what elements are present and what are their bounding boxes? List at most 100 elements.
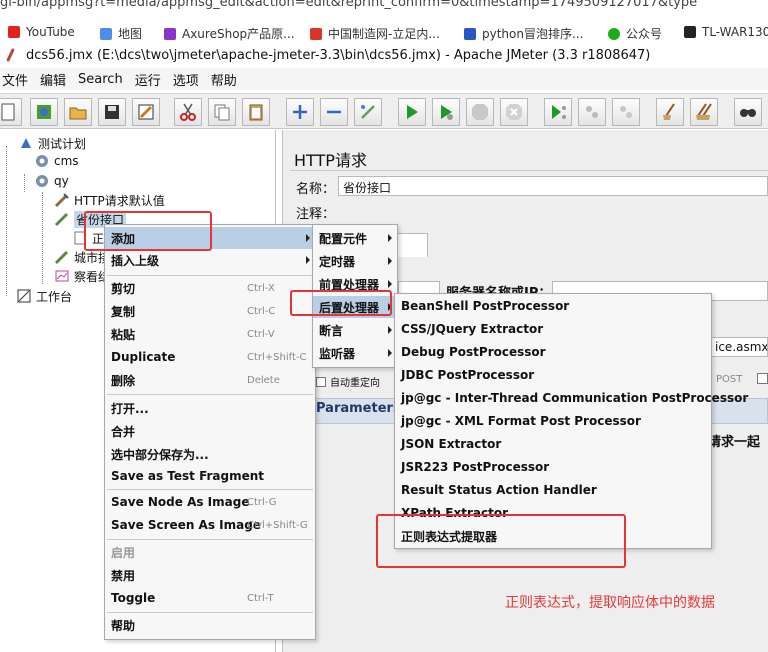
sampler-pen-icon bbox=[54, 211, 70, 227]
menu-item-open[interactable]: 打开... bbox=[105, 397, 315, 419]
save-edit-button[interactable] bbox=[132, 98, 160, 126]
bookmark-made-in-china[interactable]: 中国制造网-立足内... bbox=[310, 25, 440, 42]
expand-button[interactable] bbox=[286, 98, 314, 126]
menu-item-save-selection-as[interactable]: 选中部分保存为... bbox=[105, 443, 315, 465]
cut-button[interactable] bbox=[174, 98, 202, 126]
bookmark-axureshop[interactable]: AxureShop产品原... bbox=[164, 25, 295, 42]
menu-run[interactable]: 运行 bbox=[135, 70, 161, 89]
menu-item-save-screen-image[interactable]: Save Screen As Image Ctrl+Shift-G bbox=[105, 514, 315, 536]
star-icon bbox=[164, 27, 176, 40]
tree-node-qy[interactable]: qy bbox=[34, 172, 69, 190]
shutdown-button[interactable] bbox=[500, 98, 528, 126]
menu-file[interactable]: 文件 bbox=[2, 70, 28, 89]
menu-item-paste[interactable]: 粘贴 Ctrl-V bbox=[105, 323, 315, 345]
search-button[interactable] bbox=[734, 98, 762, 126]
tree-node-workbench[interactable]: 工作台 bbox=[16, 287, 72, 305]
start-no-pause-button[interactable] bbox=[432, 98, 460, 126]
save-edit-icon bbox=[138, 104, 154, 120]
name-label: 名称： bbox=[296, 182, 336, 197]
remote-stop-button[interactable] bbox=[578, 98, 606, 126]
menu-item-copy[interactable]: 复制 Ctrl-C bbox=[105, 300, 315, 322]
menu-item-help[interactable]: 帮助 bbox=[105, 614, 315, 636]
bookmark-tplink[interactable]: TL-WAR1300 bbox=[684, 25, 768, 39]
paw-icon bbox=[464, 27, 476, 40]
menu-help[interactable]: 帮助 bbox=[211, 70, 237, 89]
cut-icon bbox=[180, 103, 196, 121]
tab-parameters[interactable]: Parameters bbox=[316, 401, 401, 416]
menu-item-duplicate[interactable]: Duplicate Ctrl+Shift-C bbox=[105, 346, 315, 368]
copy-button[interactable] bbox=[208, 98, 236, 126]
remote-start-button[interactable] bbox=[544, 98, 572, 126]
path-field[interactable]: ice.asmx/g bbox=[710, 337, 768, 357]
menu-item-debug-postprocessor[interactable]: Debug PostProcessor bbox=[395, 341, 711, 363]
remote-stop-icon bbox=[586, 106, 598, 118]
bookmark-youtube[interactable]: YouTube bbox=[8, 25, 75, 39]
tree-node-view-results[interactable]: 察看结 bbox=[54, 267, 110, 285]
menu-item-delete[interactable]: 删除 Delete bbox=[105, 369, 315, 391]
toggle-button[interactable] bbox=[354, 98, 382, 126]
menu-item-result-status-handler[interactable]: Result Status Action Handler bbox=[395, 479, 711, 501]
start-button[interactable] bbox=[398, 98, 426, 126]
bookmark-maps[interactable]: 地图 bbox=[100, 25, 142, 42]
new-button[interactable] bbox=[0, 98, 22, 126]
menu-item-merge[interactable]: 合并 bbox=[105, 420, 315, 442]
comment-label: 注释： bbox=[296, 207, 336, 222]
menu-item-cut[interactable]: 剪切 Ctrl-X bbox=[105, 277, 315, 299]
tree-node-cms[interactable]: cms bbox=[34, 152, 79, 170]
menu-options[interactable]: 选项 bbox=[173, 70, 199, 89]
open-icon bbox=[69, 107, 87, 120]
open-button[interactable] bbox=[64, 98, 92, 126]
menu-edit[interactable]: 编辑 bbox=[40, 70, 66, 89]
menu-item-jdbc-postprocessor[interactable]: JDBC PostProcessor bbox=[395, 364, 711, 386]
submenu-arrow-icon bbox=[306, 234, 310, 242]
menu-item-disable[interactable]: 禁用 bbox=[105, 564, 315, 586]
post-checkbox[interactable] bbox=[757, 373, 768, 384]
tree-node-test-plan[interactable]: 测试计划 bbox=[18, 134, 86, 152]
name-field[interactable]: 省份接口 bbox=[338, 176, 768, 196]
browser-url-bar[interactable]: gi-bin/appmsg?t=media/appmsg_edit&action… bbox=[0, 0, 768, 14]
menu-item-assertion[interactable]: 断言 bbox=[313, 319, 397, 341]
new-icon bbox=[1, 103, 15, 121]
panel-divider bbox=[290, 170, 768, 171]
stop-icon bbox=[472, 104, 488, 120]
expand-icon bbox=[293, 105, 307, 119]
templates-button[interactable] bbox=[30, 98, 58, 126]
bookmark-wechat[interactable]: 公众号 bbox=[608, 25, 662, 42]
menu-item-css-jquery-extractor[interactable]: CSS/JQuery Extractor bbox=[395, 318, 711, 340]
menu-item-timer[interactable]: 定时器 bbox=[313, 250, 397, 272]
remote-shutdown-icon bbox=[620, 106, 632, 118]
menu-item-listener[interactable]: 监听器 bbox=[313, 342, 397, 364]
stop-button[interactable] bbox=[466, 98, 494, 126]
menu-search[interactable]: Search bbox=[78, 72, 123, 87]
menu-item-json-extractor[interactable]: JSON Extractor bbox=[395, 433, 711, 455]
auto-redirect-checkbox[interactable]: 自动重定向 bbox=[316, 374, 380, 389]
bookmark-python[interactable]: python冒泡排序... bbox=[464, 25, 583, 42]
menu-item-beanshell-postprocessor[interactable]: BeanShell PostProcessor bbox=[395, 295, 711, 317]
menu-item-save-test-fragment[interactable]: Save as Test Fragment bbox=[105, 465, 315, 487]
menu-item-save-node-image[interactable]: Save Node As Image Ctrl-G bbox=[105, 491, 315, 513]
menu-item-toggle[interactable]: Toggle Ctrl-T bbox=[105, 587, 315, 609]
menu-item-jsr223-postprocessor[interactable]: JSR223 PostProcessor bbox=[395, 456, 711, 478]
menu-bar: 文件 编辑 Search 运行 选项 帮助 bbox=[0, 68, 768, 90]
comment-field[interactable] bbox=[338, 201, 768, 221]
menu-item-insert-parent[interactable]: 插入上级 bbox=[105, 249, 315, 271]
window-title: dcs56.jmx (E:\dcs\two\jmeter\apache-jmet… bbox=[26, 47, 651, 63]
menu-item-config-element[interactable]: 配置元件 bbox=[313, 227, 397, 249]
gear-icon bbox=[34, 173, 50, 189]
tree-guide-line bbox=[24, 174, 25, 192]
tplink-icon bbox=[684, 26, 696, 38]
menu-item-inter-thread-postprocessor[interactable]: jp@gc - Inter-Thread Communication PostP… bbox=[395, 387, 748, 409]
clear-button[interactable] bbox=[656, 98, 684, 126]
wrench-icon bbox=[54, 192, 70, 208]
clear-all-button[interactable] bbox=[690, 98, 718, 126]
collapse-button[interactable] bbox=[320, 98, 348, 126]
save-button[interactable] bbox=[98, 98, 126, 126]
use-multipart-post-label: POST bbox=[716, 374, 743, 385]
paste-button[interactable] bbox=[242, 98, 270, 126]
workbench-icon bbox=[16, 288, 32, 304]
remote-shutdown-button[interactable] bbox=[612, 98, 640, 126]
copy-icon bbox=[214, 104, 230, 121]
tree-node-http-defaults[interactable]: HTTP请求默认值 bbox=[54, 191, 165, 209]
checkbox-box bbox=[316, 376, 326, 387]
menu-item-xml-format-postprocessor[interactable]: jp@gc - XML Format Post Processor bbox=[395, 410, 711, 432]
